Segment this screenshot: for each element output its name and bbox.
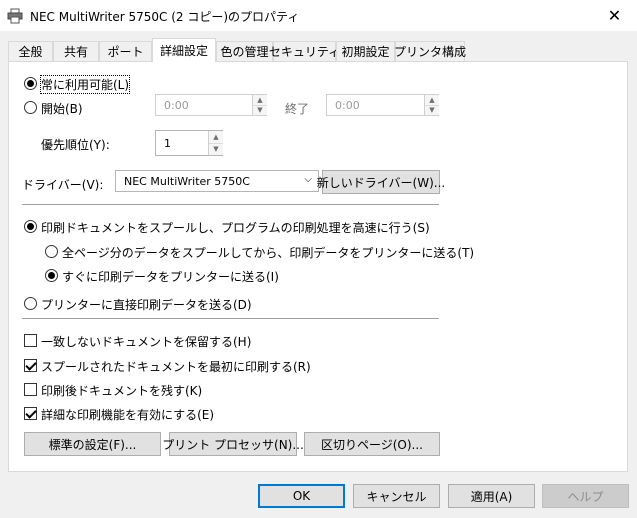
spin-down-icon[interactable]: ▼ [253, 106, 267, 116]
hold-mismatched-checkbox[interactable] [24, 334, 37, 347]
advanced-features-label[interactable]: 詳細な印刷機能を有効にする(E) [41, 406, 214, 423]
tab-general[interactable]: 全般 [8, 41, 53, 61]
to-label: 終了 [285, 102, 310, 116]
tab-color-management[interactable]: 色の管理 [216, 41, 273, 61]
hold-mismatched-label[interactable]: 一致しないドキュメントを保留する(H) [41, 333, 251, 350]
to-time-field[interactable]: 0:00 [326, 94, 439, 116]
from-time-field[interactable]: 0:00 [155, 94, 267, 116]
driver-selected-value: NEC MultiWriter 5750C [124, 174, 250, 188]
spin-up-icon[interactable]: ▲ [253, 95, 267, 106]
keep-printed-checkbox[interactable] [24, 383, 37, 396]
tab-sharing[interactable]: 共有 [53, 41, 99, 61]
tab-ports[interactable]: ポート [99, 41, 152, 61]
tab-label: 詳細設定 [159, 44, 208, 58]
tab-label: 初期設定 [341, 45, 390, 59]
spool-after-last-page-radio[interactable] [45, 245, 58, 258]
print-direct-label[interactable]: プリンターに直接印刷データを送る(D) [41, 296, 252, 313]
separator-page-button[interactable]: 区切りページ(O)... [304, 432, 440, 456]
tab-advanced[interactable]: 詳細設定 [152, 38, 216, 62]
tab-label: ポート [107, 45, 144, 59]
available-from-label[interactable]: 開始(B) [41, 100, 83, 117]
close-button[interactable]: ✕ [592, 0, 637, 31]
divider [22, 318, 439, 319]
chevron-down-icon: ⌵ [304, 174, 312, 185]
print-processor-button[interactable]: プリント プロセッサ(N)... [162, 432, 304, 456]
tab-printer-configuration[interactable]: プリンタ構成 [394, 41, 467, 61]
always-available-label[interactable]: 常に利用可能(L) [39, 75, 131, 94]
spin-up-icon[interactable]: ▲ [209, 131, 223, 144]
priority-value: 1 [164, 136, 171, 150]
divider [22, 204, 439, 205]
priority-spinner[interactable]: ▲ ▼ [208, 131, 223, 155]
tab-label: プリンタ構成 [394, 45, 467, 59]
spin-down-icon[interactable]: ▼ [425, 106, 439, 116]
print-direct-radio[interactable] [24, 297, 37, 310]
always-available-radio[interactable] [24, 77, 37, 90]
spooled-first-checkbox[interactable] [24, 359, 37, 372]
keep-printed-label[interactable]: 印刷後ドキュメントを残す(K) [41, 382, 202, 399]
printing-defaults-button[interactable]: 標準の設定(F)... [24, 432, 161, 456]
to-time-value: 0:00 [335, 98, 360, 112]
tab-label: 色の管理 [220, 45, 269, 59]
close-icon: ✕ [607, 6, 622, 25]
spool-after-last-page-label[interactable]: 全ページ分のデータをスプールしてから、印刷データをプリンターに送る(T) [62, 244, 474, 261]
from-time-spinner[interactable]: ▲ ▼ [252, 95, 267, 115]
to-time-spinner[interactable]: ▲ ▼ [424, 95, 439, 115]
spool-label[interactable]: 印刷ドキュメントをスプールし、プログラムの印刷処理を高速に行う(S) [41, 219, 430, 236]
spool-radio[interactable] [24, 220, 37, 233]
advanced-features-checkbox[interactable] [24, 407, 37, 420]
print-immediately-label[interactable]: すぐに印刷データをプリンターに送る(I) [62, 268, 279, 285]
new-driver-button[interactable]: 新しいドライバー(W)... [317, 170, 445, 194]
tab-label: 全般 [18, 45, 43, 59]
window-title: NEC MultiWriter 5750C (2 コピー)のプロパティ [30, 10, 300, 24]
driver-label: ドライバー(V): [22, 178, 104, 192]
tab-label: 共有 [63, 45, 88, 59]
printer-icon [7, 8, 23, 24]
apply-button[interactable]: 適用(A) [448, 484, 535, 508]
print-immediately-radio[interactable] [45, 269, 58, 282]
spin-up-icon[interactable]: ▲ [425, 95, 439, 106]
tab-label: セキュリティ [268, 45, 341, 59]
available-from-radio[interactable] [24, 101, 37, 114]
tab-security[interactable]: セキュリティ [269, 41, 340, 61]
ok-button[interactable]: OK [258, 484, 345, 508]
help-button[interactable]: ヘルプ [542, 484, 629, 508]
priority-label: 優先順位(Y): [41, 138, 110, 152]
tab-initial-settings[interactable]: 初期設定 [336, 41, 395, 61]
cancel-button[interactable]: キャンセル [353, 484, 440, 508]
from-time-value: 0:00 [164, 98, 189, 112]
driver-select[interactable]: NEC MultiWriter 5750C ⌵ [115, 170, 319, 192]
spin-down-icon[interactable]: ▼ [209, 144, 223, 156]
spooled-first-label[interactable]: スプールされたドキュメントを最初に印刷する(R) [41, 358, 311, 375]
